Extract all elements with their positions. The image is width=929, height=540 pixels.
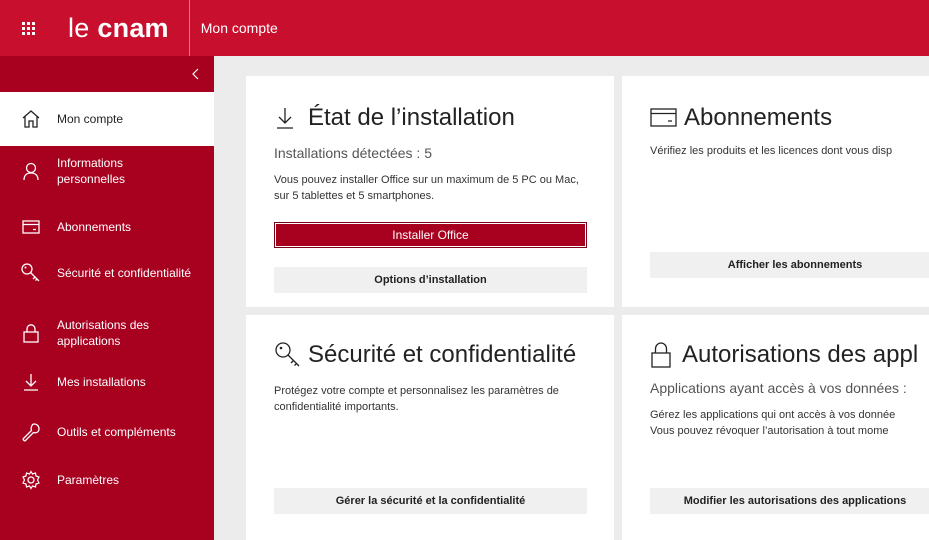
view-subscriptions-button[interactable]: Afficher les abonnements bbox=[650, 252, 929, 278]
gear-icon bbox=[19, 468, 43, 492]
security-card-title: Sécurité et confidentialité bbox=[308, 341, 577, 368]
top-bar: le cnam Mon compte bbox=[0, 0, 929, 56]
security-description: Protégez votre compte et personnalisez l… bbox=[274, 385, 559, 413]
permissions-card-title: Autorisations des appl bbox=[682, 341, 919, 368]
sidebar-item-label: Informations personnelles bbox=[57, 156, 126, 186]
download-icon bbox=[277, 108, 293, 129]
apps-with-access-subtitle: Applications ayant accès à vos données : bbox=[650, 380, 907, 396]
subscriptions-description: Vérifiez les produits et les licences do… bbox=[650, 145, 893, 157]
collapse-sidebar-button[interactable] bbox=[0, 56, 214, 92]
brand-logo-part2: cnam bbox=[97, 12, 169, 43]
main-content: État de l’installation Installations dét… bbox=[214, 56, 929, 540]
install-office-button[interactable]: Installer Office bbox=[274, 222, 587, 248]
download-icon bbox=[19, 370, 43, 394]
wrench-icon bbox=[19, 420, 43, 444]
card-icon bbox=[19, 215, 43, 239]
app-title[interactable]: Mon compte bbox=[190, 20, 278, 36]
sidebar-item-outils[interactable]: Outils et compléments bbox=[0, 410, 214, 454]
installations-detected: Installations détectées : 5 bbox=[274, 145, 432, 161]
permissions-description-line1: Gérez les applications qui ont accès à v… bbox=[650, 409, 896, 421]
sidebar-item-autorisations[interactable]: Autorisations des applications bbox=[0, 311, 214, 355]
sidebar: Mon compte Informations personnelles Abo… bbox=[0, 56, 214, 540]
sidebar-item-label: Mon compte bbox=[57, 112, 124, 126]
permissions-card-heading: Autorisations des appl bbox=[650, 341, 918, 369]
sidebar-item-label: Abonnements bbox=[57, 220, 132, 234]
sidebar-item-label: Sécurité et confidentialité bbox=[57, 266, 192, 280]
chevron-left-icon bbox=[192, 68, 199, 80]
card-icon bbox=[650, 108, 677, 127]
security-card: Sécurité et confidentialité Protégez vot… bbox=[246, 315, 614, 540]
sidebar-item-label: Mes installations bbox=[57, 375, 146, 389]
person-icon bbox=[19, 159, 43, 183]
sidebar-item-informations[interactable]: Informations personnelles bbox=[0, 149, 214, 193]
install-options-button[interactable]: Options d’installation bbox=[274, 267, 587, 293]
subscriptions-card: Abonnements Vérifiez les produits et les… bbox=[622, 76, 929, 307]
sidebar-item-label: Paramètres bbox=[57, 473, 120, 487]
sidebar-item-installations[interactable]: Mes installations bbox=[0, 360, 214, 404]
subscriptions-card-heading: Abonnements bbox=[650, 104, 832, 132]
sidebar-item-parametres[interactable]: Paramètres bbox=[0, 458, 214, 502]
lock-icon bbox=[19, 321, 43, 345]
waffle-icon bbox=[21, 21, 35, 35]
security-card-heading: Sécurité et confidentialité bbox=[274, 341, 576, 369]
edit-app-permissions-button[interactable]: Modifier les autorisations des applicati… bbox=[650, 488, 929, 514]
sidebar-item-mon-compte[interactable]: Mon compte bbox=[0, 92, 214, 146]
key-icon bbox=[19, 261, 43, 285]
sidebar-item-securite[interactable]: Sécurité et confidentialité bbox=[0, 251, 214, 295]
install-card-heading: État de l’installation bbox=[274, 104, 515, 132]
sidebar-item-label: Autorisations des applications bbox=[57, 318, 150, 348]
manage-security-button[interactable]: Gérer la sécurité et la confidentialité bbox=[274, 488, 587, 514]
brand-logo-part1: le bbox=[68, 12, 90, 43]
app-launcher-button[interactable] bbox=[0, 0, 56, 56]
key-icon bbox=[275, 342, 300, 367]
install-card-title: État de l’installation bbox=[308, 104, 515, 131]
subscriptions-card-title: Abonnements bbox=[684, 104, 833, 131]
app-permissions-card: Autorisations des appl Applications ayan… bbox=[622, 315, 929, 540]
install-description: Vous pouvez installer Office sur un maxi… bbox=[274, 174, 579, 202]
brand-logo[interactable]: le cnam bbox=[56, 0, 190, 56]
install-status-card: État de l’installation Installations dét… bbox=[246, 76, 614, 307]
lock-icon bbox=[651, 342, 671, 368]
sidebar-item-label: Outils et compléments bbox=[57, 425, 176, 439]
permissions-description-line2: Vous pouvez révoquer l’autorisation à to… bbox=[650, 425, 889, 437]
home-icon bbox=[19, 107, 43, 131]
sidebar-item-abonnements[interactable]: Abonnements bbox=[0, 205, 214, 249]
